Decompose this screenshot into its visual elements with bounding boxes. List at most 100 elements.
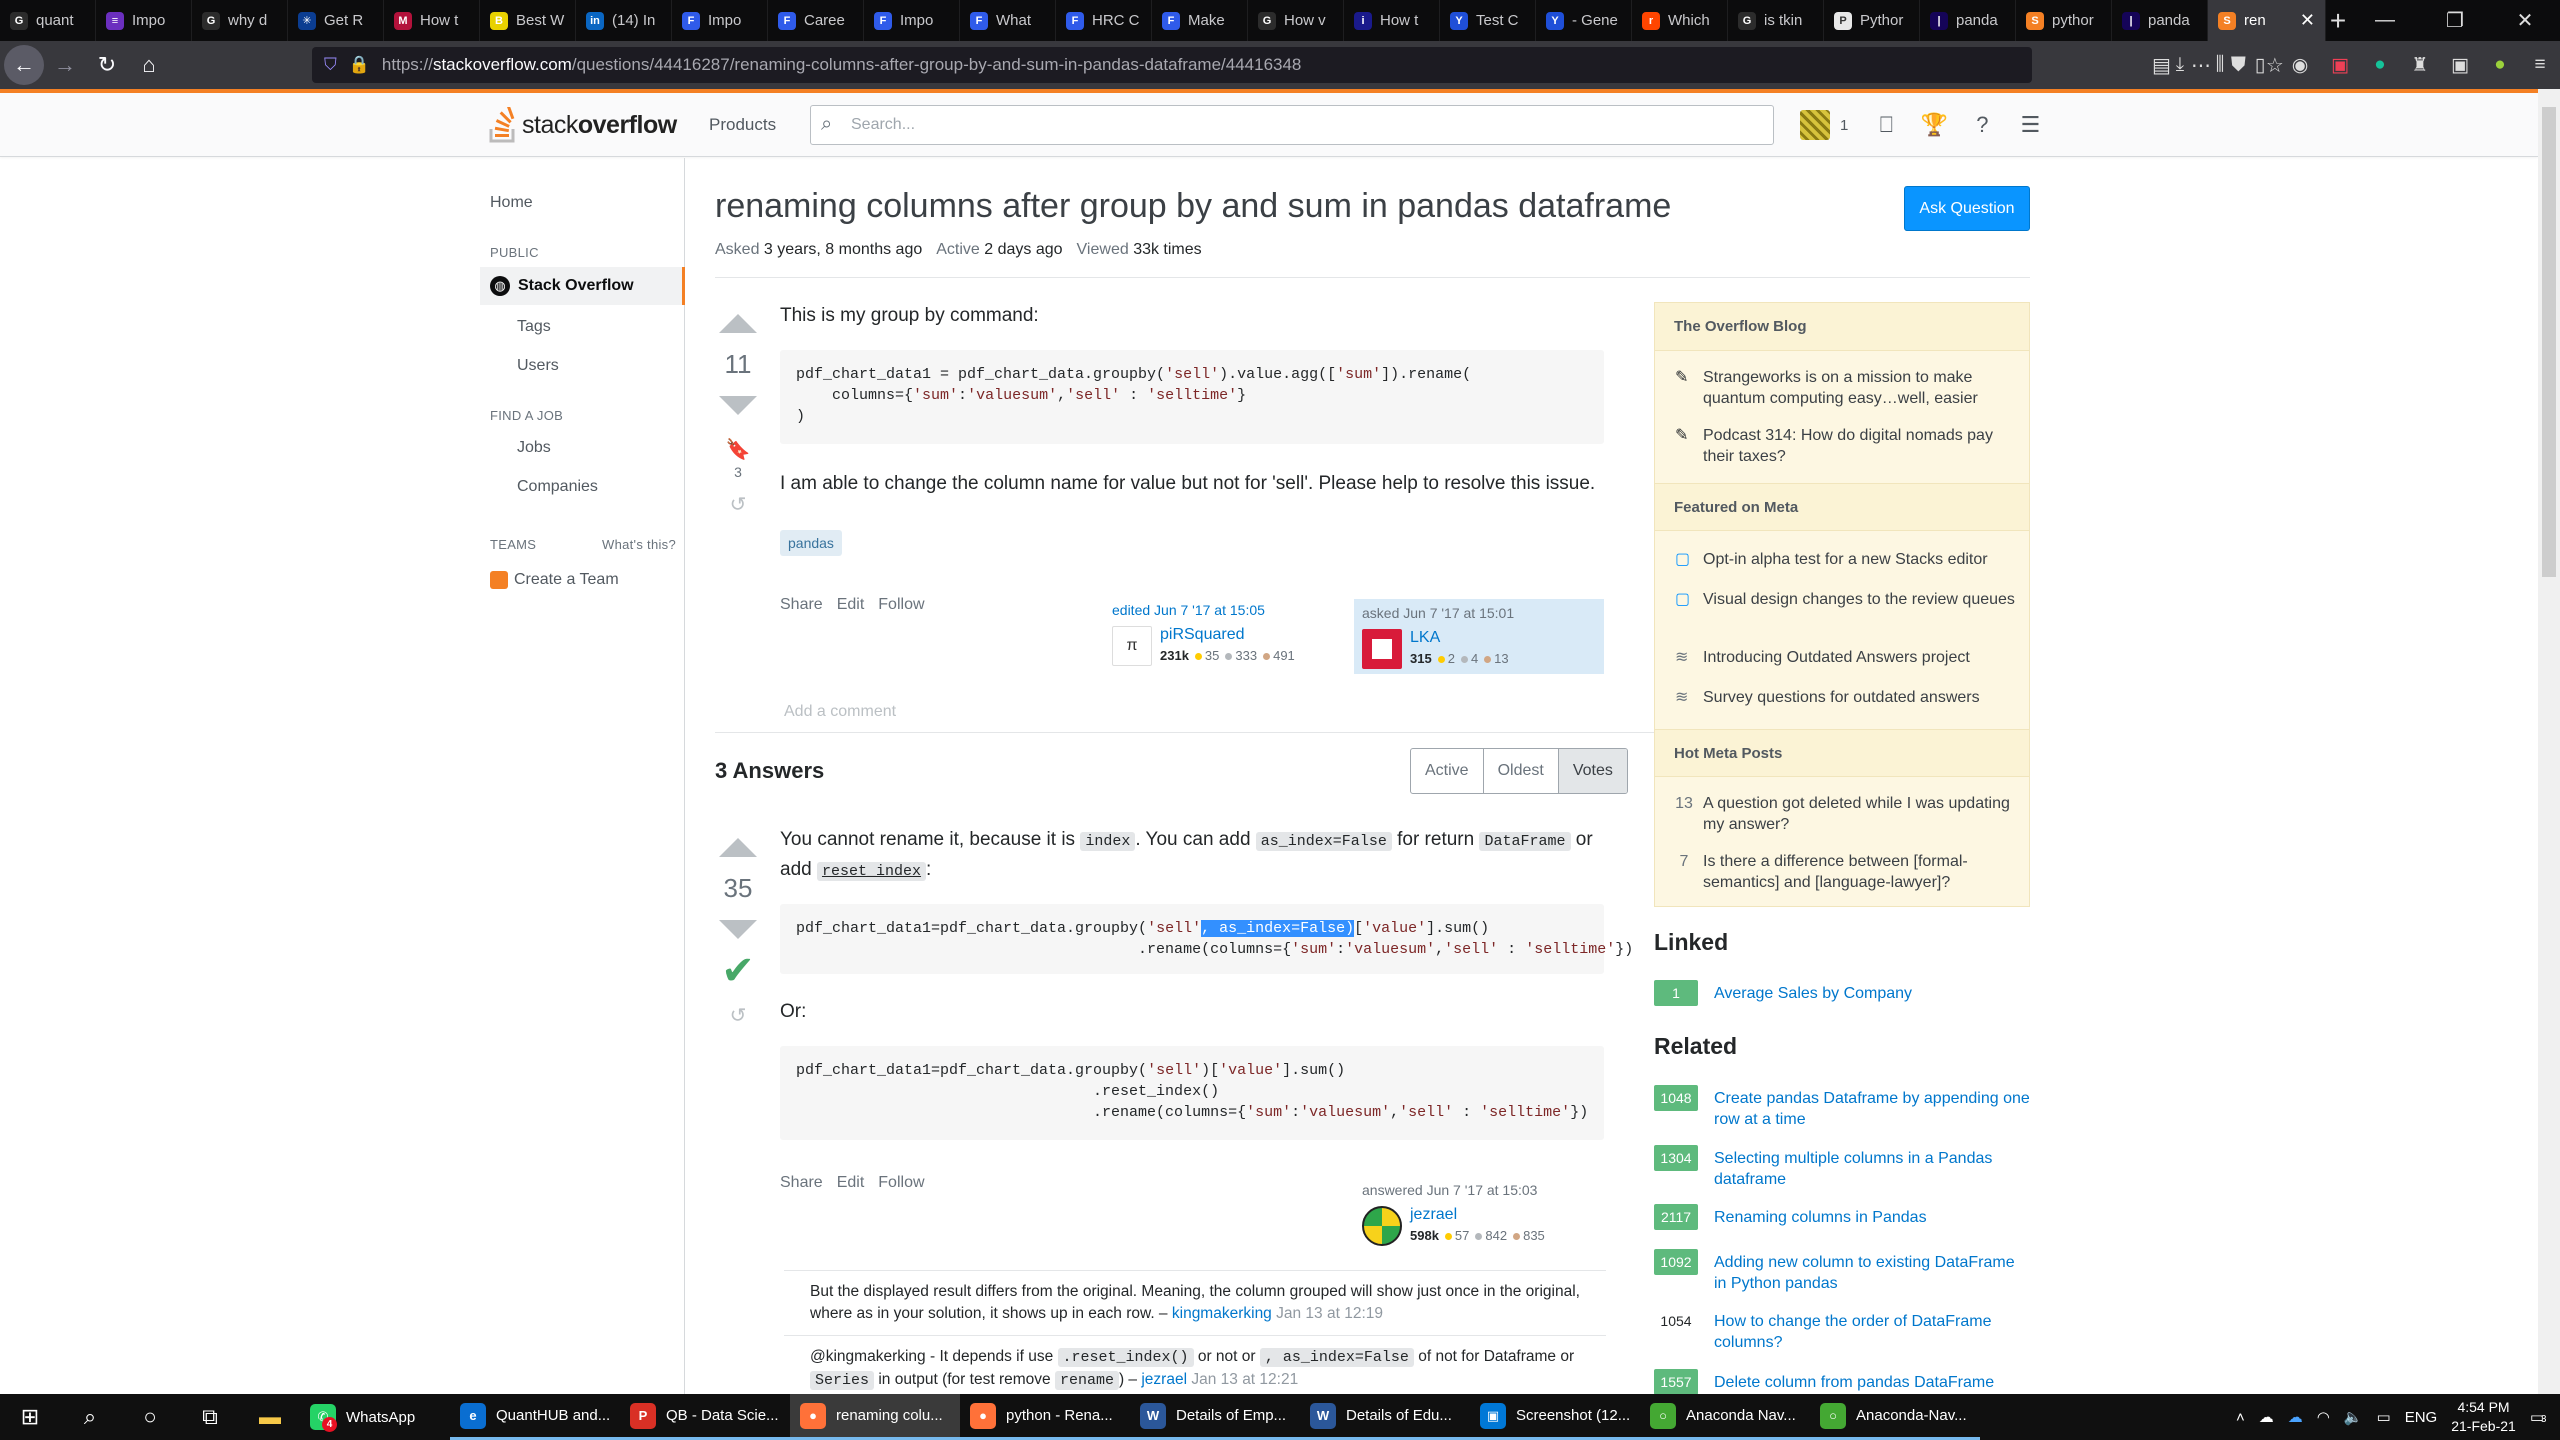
sidebar-item-companies[interactable]: Companies bbox=[517, 478, 598, 496]
browser-tab[interactable]: F HRC C bbox=[1056, 0, 1152, 41]
library-icon[interactable]: ⫼ bbox=[2200, 54, 2240, 76]
share-link[interactable]: Share bbox=[780, 1174, 823, 1192]
follow-link[interactable]: Follow bbox=[878, 1174, 924, 1192]
task-view-icon[interactable]: ⧉ bbox=[180, 1394, 240, 1440]
related-link[interactable]: Delete column from pandas DataFrame bbox=[1714, 1369, 1994, 1395]
page-scrollbar[interactable] bbox=[2538, 89, 2560, 1394]
notification-icon[interactable]: ▭ 3 bbox=[2530, 1408, 2547, 1426]
shield-icon[interactable]: ⛉ bbox=[324, 55, 337, 75]
browser-tab[interactable]: M How t bbox=[384, 0, 480, 41]
comment-date[interactable]: Jan 13 at 12:21 bbox=[1191, 1371, 1298, 1388]
browser-tab[interactable]: P Pythor bbox=[1824, 0, 1920, 41]
close-window-icon[interactable]: ✕ bbox=[2490, 0, 2560, 41]
blog-item[interactable]: ✎ Podcast 314: How do digital nomads pay … bbox=[1675, 425, 2015, 467]
comment-user-link[interactable]: kingmakerking bbox=[1172, 1305, 1272, 1322]
volume-icon[interactable]: 🔈 bbox=[2344, 1408, 2363, 1426]
products-menu[interactable]: Products bbox=[709, 115, 776, 135]
browser-tab[interactable]: i How t bbox=[1344, 0, 1440, 41]
browser-tab[interactable]: | panda bbox=[1920, 0, 2016, 41]
related-item[interactable]: 2117 Renaming columns in Pandas bbox=[1654, 1204, 2030, 1230]
history-icon[interactable]: ↺ bbox=[730, 1003, 747, 1028]
downloads-icon[interactable]: ⤓ bbox=[2160, 54, 2200, 76]
taskbar-app[interactable]: P QB - Data Scie... bbox=[620, 1394, 790, 1440]
question-code-block[interactable]: pdf_chart_data1 = pdf_chart_data.groupby… bbox=[780, 350, 1604, 444]
sidebar-item-users[interactable]: Users bbox=[517, 357, 559, 375]
related-item[interactable]: 1304 Selecting multiple columns in a Pand… bbox=[1654, 1145, 2030, 1190]
related-link[interactable]: Create pandas Dataframe by appending one… bbox=[1714, 1085, 2030, 1130]
close-tab-icon[interactable]: ✕ bbox=[2300, 10, 2315, 31]
battery-icon[interactable]: ▭ bbox=[2377, 1408, 2391, 1426]
browser-tab[interactable]: Y Test C bbox=[1440, 0, 1536, 41]
language-indicator[interactable]: ENG bbox=[2405, 1409, 2438, 1426]
sidebar-item-tags[interactable]: Tags bbox=[517, 318, 551, 336]
answer-code-block-2[interactable]: pdf_chart_data1=pdf_chart_data.groupby('… bbox=[780, 1046, 1604, 1140]
avatar[interactable]: π bbox=[1112, 626, 1152, 666]
sort-votes-button[interactable]: Votes bbox=[1558, 749, 1627, 793]
browser-tab[interactable]: F Impo bbox=[864, 0, 960, 41]
meta-item[interactable]: ▢ Visual design changes to the review que… bbox=[1675, 589, 2015, 610]
taskbar-app[interactable]: ▣ Screenshot (12... bbox=[1470, 1394, 1640, 1440]
browser-tab[interactable]: Gis tkin bbox=[1728, 0, 1824, 41]
minimize-icon[interactable]: — bbox=[2350, 0, 2420, 41]
home-button[interactable]: ⌂ bbox=[128, 44, 170, 86]
page-title[interactable]: renaming columns after group by and sum … bbox=[715, 187, 1671, 226]
account-icon[interactable]: ◉ bbox=[2280, 54, 2320, 77]
asker-name[interactable]: LKA bbox=[1410, 629, 1440, 647]
tag-pandas[interactable]: pandas bbox=[780, 530, 842, 556]
related-link[interactable]: Adding new column to existing DataFrame … bbox=[1714, 1249, 2030, 1294]
restore-icon[interactable]: ❐ bbox=[2420, 0, 2490, 41]
browser-tab[interactable]: ≡ Impo bbox=[96, 0, 192, 41]
edited-timestamp[interactable]: edited Jun 7 '17 at 15:05 bbox=[1112, 602, 1346, 618]
reset-index-link[interactable]: reset_index bbox=[816, 859, 927, 881]
inbox-icon[interactable]: ⎕ bbox=[1862, 107, 1910, 143]
meta-item[interactable]: ≋ Introducing Outdated Answers project bbox=[1675, 647, 2015, 668]
search-icon[interactable]: ⌕ bbox=[60, 1394, 120, 1440]
browser-tab[interactable]: in (14) In bbox=[576, 0, 672, 41]
comment-date[interactable]: Jan 13 at 12:19 bbox=[1276, 1305, 1383, 1322]
taskbar-app[interactable]: ○ Anaconda-Nav... bbox=[1810, 1394, 1980, 1440]
bookmark-icon[interactable]: 🔖 bbox=[726, 437, 751, 462]
sidebar-item-stack-overflow[interactable]: ◍ Stack Overflow bbox=[480, 267, 685, 305]
sort-active-button[interactable]: Active bbox=[1411, 749, 1484, 793]
related-link[interactable]: Selecting multiple columns in a Pandas d… bbox=[1714, 1145, 2030, 1190]
sidebar-icon[interactable]: ▯ bbox=[2240, 54, 2280, 77]
whats-this-link[interactable]: What's this? bbox=[602, 537, 676, 552]
meta-item[interactable]: ≋ Survey questions for outdated answers bbox=[1675, 687, 2015, 708]
sort-oldest-button[interactable]: Oldest bbox=[1484, 749, 1559, 793]
taskbar-app[interactable]: e QuantHUB and... bbox=[450, 1394, 620, 1440]
site-logo[interactable]: stackoverflow bbox=[488, 103, 677, 147]
related-item[interactable]: 1092 Adding new column to existing DataFr… bbox=[1654, 1249, 2030, 1294]
browser-tab[interactable]: Gquant bbox=[0, 0, 96, 41]
edit-link[interactable]: Edit bbox=[837, 596, 865, 614]
taskbar-app[interactable]: W Details of Edu... bbox=[1300, 1394, 1470, 1440]
related-link[interactable]: How to change the order of DataFrame col… bbox=[1714, 1308, 2030, 1353]
file-explorer-icon[interactable]: ▬ bbox=[240, 1394, 300, 1440]
cortana-icon[interactable]: ○ bbox=[120, 1394, 180, 1440]
browser-tab[interactable]: G How v bbox=[1248, 0, 1344, 41]
clock[interactable]: 4:54 PM 21-Feb-21 bbox=[2451, 1398, 2516, 1436]
ask-question-button[interactable]: Ask Question bbox=[1904, 186, 2030, 231]
downvote-button[interactable] bbox=[719, 920, 757, 939]
reload-button[interactable]: ↻ bbox=[86, 44, 128, 86]
sidebar-item-jobs[interactable]: Jobs bbox=[517, 439, 551, 457]
related-item[interactable]: 1048 Create pandas Dataframe by appending… bbox=[1654, 1085, 2030, 1130]
browser-tab[interactable]: | panda bbox=[2112, 0, 2208, 41]
grammarly-icon[interactable]: ● bbox=[2360, 54, 2400, 76]
comment-user-link[interactable]: jezrael bbox=[1141, 1371, 1187, 1388]
forward-button[interactable]: → bbox=[44, 44, 86, 86]
browser-tab[interactable]: Gwhy d bbox=[192, 0, 288, 41]
share-link[interactable]: Share bbox=[780, 596, 823, 614]
answerer-name[interactable]: jezrael bbox=[1410, 1206, 1457, 1224]
linked-item[interactable]: 1 Average Sales by Company bbox=[1654, 980, 2030, 1006]
sidebar-item-home[interactable]: Home bbox=[490, 194, 533, 212]
translate-icon[interactable]: ▣ bbox=[2440, 54, 2480, 77]
history-icon[interactable]: ↺ bbox=[730, 492, 747, 517]
browser-tab[interactable]: F Make bbox=[1152, 0, 1248, 41]
browser-tab[interactable]: ✳ Get R bbox=[288, 0, 384, 41]
site-switcher-icon[interactable]: ☰ bbox=[2006, 107, 2054, 143]
menu-icon[interactable]: ≡ bbox=[2520, 54, 2560, 76]
related-item[interactable]: 1054 How to change the order of DataFrame… bbox=[1654, 1308, 2030, 1353]
color-extension-icon[interactable]: ● bbox=[2480, 54, 2520, 76]
scrollbar-thumb[interactable] bbox=[2542, 107, 2556, 577]
upvote-button[interactable] bbox=[719, 838, 757, 857]
